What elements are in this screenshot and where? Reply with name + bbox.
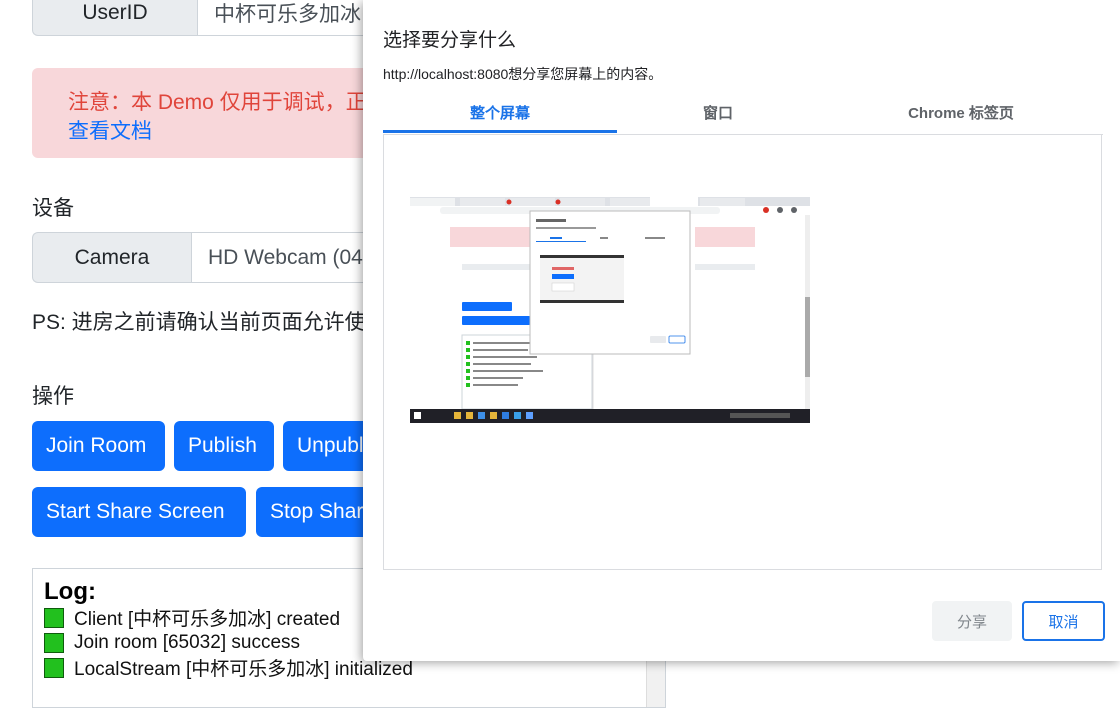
tab-chrome-tab[interactable]: Chrome 标签页 [819, 100, 1103, 132]
actions-section-title: 操作 [32, 385, 74, 408]
camera-label: Camera [32, 232, 191, 283]
success-square-icon [44, 632, 64, 653]
userid-label: UserID [32, 0, 197, 36]
tab-window[interactable]: 窗口 [617, 100, 819, 132]
success-square-icon [44, 607, 64, 628]
cancel-button[interactable]: 取消 [1022, 601, 1105, 641]
share-button[interactable]: 分享 [932, 601, 1012, 641]
tab-entire-screen[interactable]: 整个屏幕 [383, 100, 617, 133]
dialog-subtitle: http://localhost:8080想分享您屏幕上的内容。 [383, 66, 663, 82]
screen-thumbnail-image [410, 197, 810, 423]
dialog-title: 选择要分享什么 [383, 30, 517, 51]
join-room-button[interactable]: Join Room [32, 421, 165, 471]
start-share-screen-button[interactable]: Start Share Screen [32, 487, 246, 537]
share-screen-dialog: 选择要分享什么 http://localhost:8080想分享您屏幕上的内容。… [363, 0, 1120, 661]
entire-screen-thumbnail[interactable] [410, 197, 810, 423]
success-square-icon [44, 657, 64, 678]
share-source-tabs: 整个屏幕 窗口 Chrome 标签页 [383, 100, 1103, 135]
device-section-title: 设备 [32, 197, 74, 220]
screen-preview-pane [383, 134, 1102, 570]
publish-button[interactable]: Publish [174, 421, 274, 471]
